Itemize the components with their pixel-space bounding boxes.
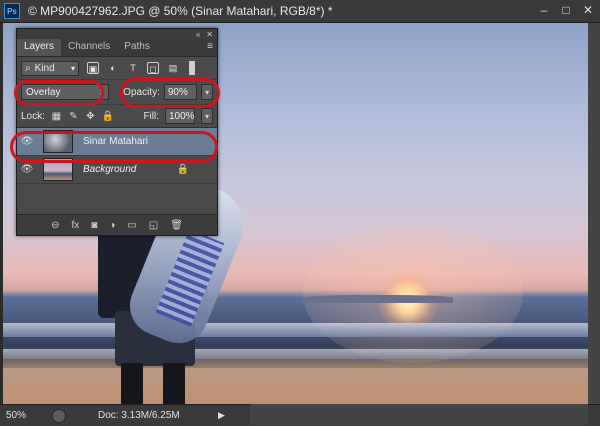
blend-mode-value: Overlay [26, 86, 61, 98]
panel-header-bar: « ✕ [17, 29, 217, 39]
beach-sand [3, 368, 588, 404]
filter-kind-select[interactable]: ⌕ Kind ▾ [21, 60, 79, 76]
photoshop-logo-icon: Ps [4, 3, 20, 19]
tab-paths[interactable]: Paths [117, 39, 157, 56]
minimize-button[interactable]: – [536, 3, 552, 18]
fill-input[interactable]: 100% [165, 108, 195, 124]
tab-layers[interactable]: Layers [17, 39, 62, 56]
layer-filter-row: ⌕ Kind ▾ ▣ ◐ T ◻ ▤ [17, 57, 217, 80]
smart-object-filter-icon[interactable]: ▤ [167, 62, 179, 74]
vertical-scrollbar[interactable] [588, 23, 600, 404]
filter-toggle-switch[interactable] [189, 61, 195, 75]
folder-icon[interactable]: ▭ [127, 220, 136, 231]
document-size-info: Doc: 3.13M/6.25M [98, 410, 180, 421]
shape-filter-icon[interactable]: ◻ [147, 62, 159, 74]
opacity-dropdown-button[interactable]: ▾ [201, 84, 213, 100]
surfer-leg [121, 363, 143, 404]
panel-tabs: Layers Channels Paths ≡ [17, 39, 217, 57]
search-icon: ⌕ [25, 62, 31, 74]
updown-arrow-icon: ⇕ [98, 87, 106, 97]
mask-icon[interactable]: ◙ [91, 220, 97, 231]
document-title-bar: Ps © MP900427962.JPG @ 50% (Sinar Mataha… [0, 0, 600, 23]
collapse-panel-icon[interactable]: « [196, 30, 200, 39]
pixel-filter-icon[interactable]: ▣ [87, 62, 99, 74]
type-filter-icon[interactable]: T [127, 62, 139, 74]
maximize-button[interactable]: □ [558, 3, 574, 18]
new-layer-icon[interactable]: ◱ [149, 220, 158, 231]
layer-row-background[interactable]: 👁 Background 🔒 [17, 156, 217, 184]
layer-thumbnail [43, 158, 73, 181]
distant-island [303, 295, 453, 303]
blend-mode-row: Overlay ⇕ Opacity: 90% ▾ [17, 80, 217, 105]
wave [3, 349, 588, 359]
document-title: © MP900427962.JPG @ 50% (Sinar Matahari,… [28, 4, 333, 18]
fill-dropdown-button[interactable]: ▾ [201, 108, 213, 124]
adjustment-icon[interactable]: ◑ [109, 220, 115, 231]
panel-menu-icon[interactable]: ≡ [207, 41, 213, 52]
layer-name[interactable]: Background [83, 164, 136, 175]
opacity-input[interactable]: 90% [163, 84, 198, 100]
fill-label: Fill: [143, 110, 159, 122]
zoom-level[interactable]: 50% [6, 410, 36, 421]
layer-row-sinar-matahari[interactable]: 👁 Sinar Matahari [17, 128, 217, 156]
visibility-eye-icon[interactable]: 👁 [17, 164, 37, 175]
close-panel-icon[interactable]: ✕ [206, 30, 213, 39]
lock-all-icon[interactable]: 🔒 [102, 111, 114, 122]
lock-position-move-icon[interactable]: ✥ [85, 111, 96, 122]
filter-kind-label: Kind [34, 62, 55, 74]
fx-icon[interactable]: fx [71, 220, 79, 231]
status-menu-arrow-icon[interactable]: ▶ [218, 410, 225, 421]
lock-pixels-brush-icon[interactable]: ✎ [68, 111, 79, 122]
blend-mode-select[interactable]: Overlay ⇕ [21, 84, 110, 100]
trash-icon[interactable]: 🗑 [170, 220, 183, 231]
chevron-down-icon: ▾ [70, 63, 75, 73]
lock-label: Lock: [21, 110, 45, 122]
close-button[interactable]: ✕ [580, 3, 596, 18]
layer-lock-icon: 🔒 [176, 164, 189, 175]
link-icon[interactable]: ⊖ [51, 220, 59, 231]
layers-panel: « ✕ Layers Channels Paths ≡ ⌕ Kind ▾ ▣ ◐… [16, 28, 218, 236]
panel-footer: ⊖ fx ◙ ◑ ▭ ◱ 🗑 [17, 214, 217, 235]
tab-channels[interactable]: Channels [61, 39, 117, 56]
lock-transparency-icon[interactable]: ▦ [51, 111, 62, 122]
layer-thumbnail [43, 130, 73, 153]
lock-row: Lock: ▦ ✎ ✥ 🔒 Fill: 100% ▾ [17, 105, 217, 128]
status-info-icon[interactable] [52, 408, 66, 423]
wave [3, 323, 588, 337]
surfer-leg [163, 363, 185, 404]
visibility-eye-icon[interactable]: 👁 [17, 136, 37, 147]
layer-name[interactable]: Sinar Matahari [83, 136, 148, 147]
window-controls: – □ ✕ [536, 3, 596, 18]
horizontal-scrollbar[interactable] [250, 404, 588, 425]
adjustment-filter-icon[interactable]: ◐ [107, 62, 119, 74]
opacity-label: Opacity: [123, 86, 160, 98]
